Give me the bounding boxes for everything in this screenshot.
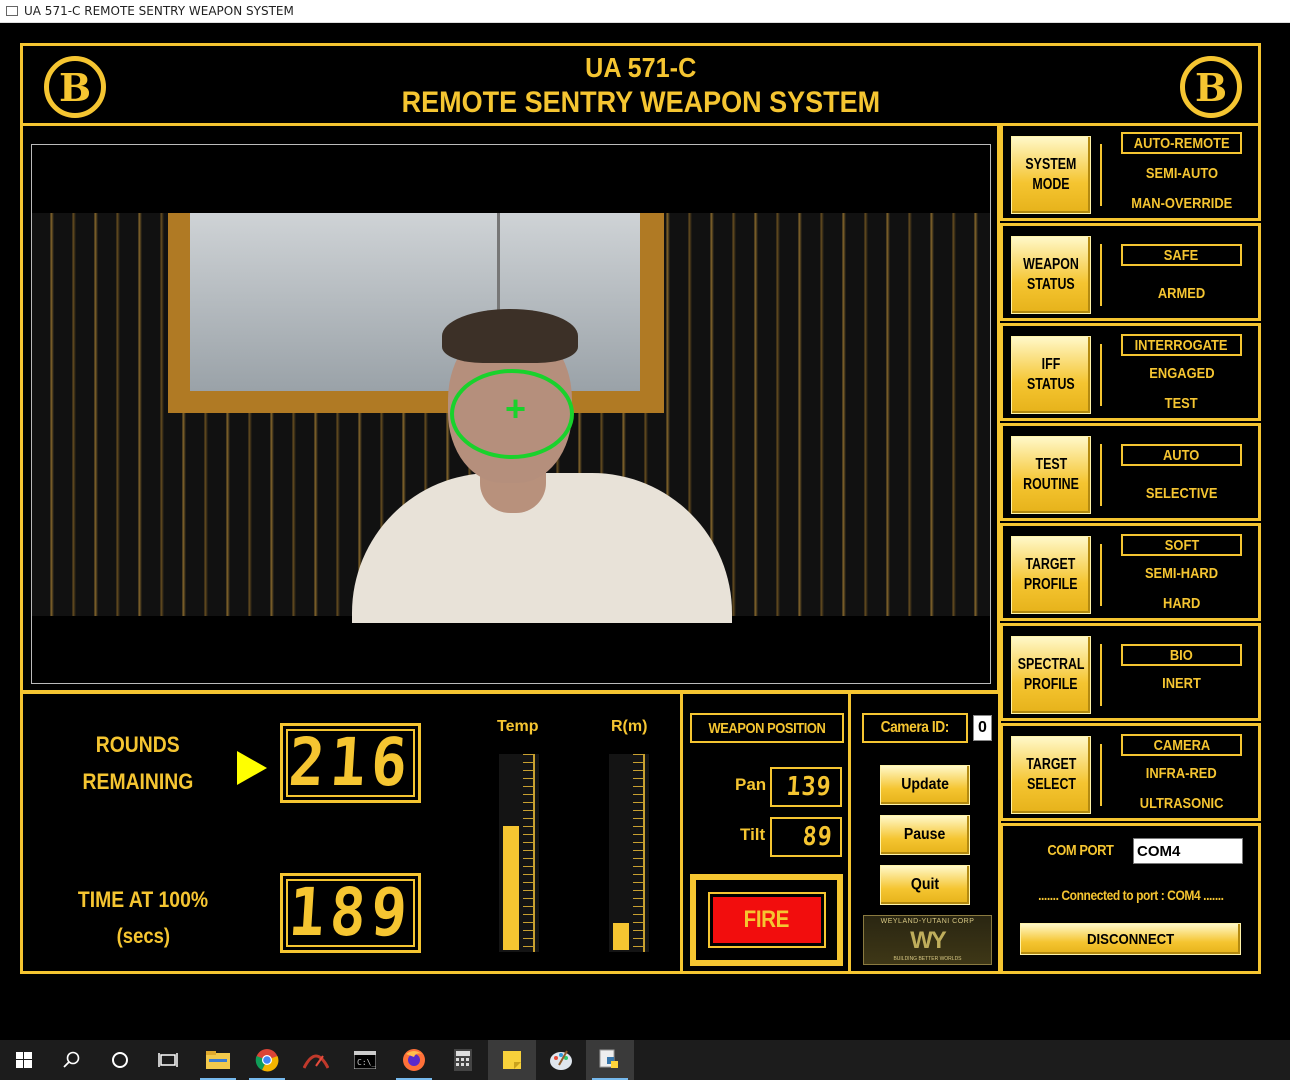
- range-gauge: [609, 754, 649, 952]
- rounds-value: 216: [286, 724, 415, 801]
- crosshair-icon: +: [505, 388, 527, 429]
- camera-feed[interactable]: +: [31, 144, 991, 684]
- time-value: 189: [286, 874, 415, 951]
- file-explorer-icon[interactable]: [194, 1040, 242, 1080]
- temp-gauge-label: Temp: [497, 718, 539, 735]
- option-semi-auto[interactable]: SEMI-AUTO: [1121, 162, 1242, 184]
- camera-id-input[interactable]: 0: [973, 715, 992, 741]
- rounds-label-line1: ROUNDS: [96, 732, 180, 757]
- disconnect-button[interactable]: DISCONNECT: [1020, 923, 1241, 955]
- option-inert[interactable]: INERT: [1121, 672, 1242, 694]
- option-ultrasonic[interactable]: ULTRASONIC: [1121, 792, 1242, 814]
- firefox-icon[interactable]: [390, 1040, 438, 1080]
- com-port-label: COM PORT: [1047, 842, 1114, 859]
- connection-status: ....... Connected to port : COM4 .......: [1037, 887, 1224, 903]
- time-label-line2: (secs): [116, 925, 170, 948]
- weapon-position-title: WEAPON POSITION: [690, 713, 844, 743]
- video-panel: +: [20, 123, 1000, 693]
- option-soft[interactable]: SOFT: [1121, 534, 1242, 556]
- python-icon[interactable]: [586, 1040, 634, 1080]
- windows-start-icon[interactable]: [0, 1040, 48, 1080]
- weyland-yutani-logo: WEYLAND-YUTANI CORP WY BUILDING BETTER W…: [863, 915, 992, 965]
- header-panel: B UA 571-C REMOTE SENTRY WEAPON SYSTEM B: [20, 43, 1261, 126]
- time-label-line1: TIME AT 100%: [77, 887, 209, 912]
- range-gauge-fill: [613, 923, 629, 950]
- weapon-position-panel: WEAPON POSITION Pan 139 Tilt 89 FIRE: [680, 691, 851, 974]
- option-interrogate[interactable]: INTERROGATE: [1121, 334, 1242, 356]
- test-routine-panel: TEST ROUTINE AUTO SELECTIVE: [1000, 423, 1261, 521]
- range-gauge-label: R(m): [611, 718, 648, 735]
- target-select-button[interactable]: TARGET SELECT: [1011, 736, 1091, 814]
- target-profile-panel: TARGET PROFILE SOFT SEMI-HARD HARD: [1000, 523, 1261, 621]
- test-routine-button[interactable]: TEST ROUTINE: [1011, 436, 1091, 514]
- option-camera[interactable]: CAMERA: [1121, 734, 1242, 756]
- pause-button[interactable]: Pause: [880, 815, 970, 855]
- tilt-label: Tilt: [740, 825, 766, 844]
- option-man-override[interactable]: MAN-OVERRIDE: [1121, 192, 1242, 214]
- spectral-profile-button[interactable]: SPECTRAL PROFILE: [1011, 636, 1091, 714]
- com-port-panel: COM PORT COM4 ....... Connected to port …: [1000, 823, 1261, 974]
- header-title-line2: REMOTE SENTRY WEAPON SYSTEM: [401, 86, 880, 119]
- option-armed[interactable]: ARMED: [1121, 282, 1242, 304]
- weapon-status-button[interactable]: WEAPON STATUS: [1011, 236, 1091, 314]
- spectral-profile-panel: SPECTRAL PROFILE BIO INERT: [1000, 623, 1261, 721]
- paint-icon[interactable]: [537, 1040, 585, 1080]
- sticky-notes-icon[interactable]: [488, 1040, 536, 1080]
- app-icon[interactable]: [292, 1040, 340, 1080]
- time-display: 189: [280, 873, 421, 953]
- mirror-shape: [168, 213, 664, 413]
- option-test[interactable]: TEST: [1121, 392, 1242, 414]
- task-view-icon[interactable]: [144, 1040, 192, 1080]
- chrome-icon[interactable]: [243, 1040, 291, 1080]
- pan-value: 139: [785, 772, 833, 802]
- iff-status-button[interactable]: IFF STATUS: [1011, 336, 1091, 414]
- svg-text:C:\_: C:\_: [357, 1058, 376, 1067]
- cortana-icon[interactable]: [96, 1040, 144, 1080]
- option-auto-remote[interactable]: AUTO-REMOTE: [1121, 132, 1242, 154]
- wy-logo-icon: WY: [910, 926, 947, 954]
- rounds-display: 216: [280, 723, 421, 803]
- temp-gauge-fill: [503, 826, 519, 950]
- option-semi-hard[interactable]: SEMI-HARD: [1121, 562, 1242, 584]
- update-button[interactable]: Update: [880, 765, 970, 805]
- terminal-icon[interactable]: C:\_: [341, 1040, 389, 1080]
- quit-button[interactable]: Quit: [880, 865, 970, 905]
- option-selective[interactable]: SELECTIVE: [1121, 482, 1242, 504]
- pan-display: 139: [770, 767, 842, 807]
- option-infra-red[interactable]: INFRA-RED: [1121, 762, 1242, 784]
- pan-label: Pan: [735, 775, 767, 794]
- fire-button[interactable]: FIRE: [707, 892, 826, 948]
- option-auto[interactable]: AUTO: [1121, 444, 1242, 466]
- window-title: UA 571-C REMOTE SENTRY WEAPON SYSTEM: [24, 4, 294, 18]
- window-titlebar: UA 571-C REMOTE SENTRY WEAPON SYSTEM: [0, 0, 1290, 23]
- temp-gauge: [499, 754, 539, 952]
- camera-panel: Camera ID: 0 Update Pause Quit WEYLAND-Y…: [848, 691, 1001, 974]
- system-mode-panel: SYSTEM MODE AUTO-REMOTE SEMI-AUTO MAN-OVE…: [1000, 123, 1261, 221]
- option-engaged[interactable]: ENGAGED: [1121, 362, 1242, 384]
- window-app-icon: [6, 6, 18, 16]
- com-port-input[interactable]: COM4: [1133, 838, 1243, 864]
- camera-id-label: Camera ID:: [862, 713, 968, 743]
- option-safe[interactable]: SAFE: [1121, 244, 1242, 266]
- calculator-icon[interactable]: [439, 1040, 487, 1080]
- target-select-panel: TARGET SELECT CAMERA INFRA-RED ULTRASONIC: [1000, 723, 1261, 821]
- weapon-status-panel: WEAPON STATUS SAFE ARMED: [1000, 223, 1261, 321]
- target-profile-button[interactable]: TARGET PROFILE: [1011, 536, 1091, 614]
- rounds-label-line2: REMAINING: [82, 769, 194, 794]
- sentry-app: B UA 571-C REMOTE SENTRY WEAPON SYSTEM B…: [0, 23, 1290, 1040]
- iff-status-panel: IFF STATUS INTERROGATE ENGAGED TEST: [1000, 323, 1261, 421]
- option-bio[interactable]: BIO: [1121, 644, 1242, 666]
- header-title-line1: UA 571-C: [584, 52, 697, 83]
- fire-frame: FIRE: [690, 874, 843, 966]
- option-hard[interactable]: HARD: [1121, 592, 1242, 614]
- search-icon[interactable]: [48, 1040, 96, 1080]
- play-arrow-icon: [237, 751, 267, 785]
- tilt-display: 89: [770, 817, 842, 857]
- rounds-panel: ROUNDS REMAINING 216 TIME AT 100% (secs)…: [20, 691, 683, 974]
- system-mode-button[interactable]: SYSTEM MODE: [1011, 136, 1091, 214]
- tilt-value: 89: [801, 822, 834, 852]
- b-logo-right-icon: B: [1180, 56, 1242, 118]
- windows-taskbar: C:\_: [0, 1040, 1290, 1080]
